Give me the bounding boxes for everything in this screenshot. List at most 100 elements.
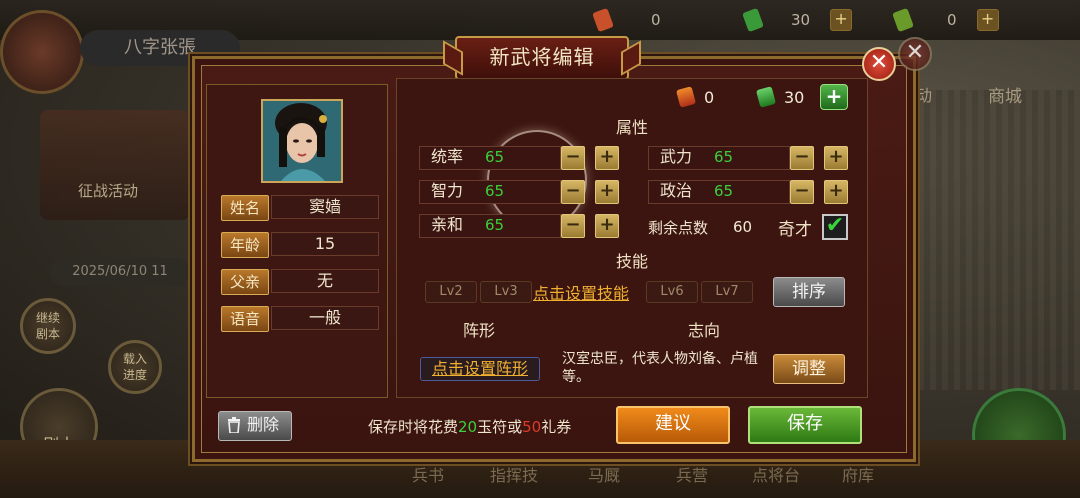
increase-button[interactable]: +: [824, 146, 848, 170]
load-progress-label: 载入进度: [122, 352, 147, 382]
token-icon: [892, 7, 914, 33]
jade-count: 0: [704, 87, 715, 107]
close-icon[interactable]: ✕: [862, 47, 896, 81]
voice-value[interactable]: 一般: [271, 306, 379, 330]
increase-button[interactable]: +: [595, 214, 619, 238]
save-button[interactable]: 保存: [748, 406, 862, 444]
profile-row-father[interactable]: 父亲 无: [221, 269, 379, 295]
increase-button[interactable]: +: [595, 180, 619, 204]
attr-value: 65: [485, 216, 505, 234]
father-value[interactable]: 无: [271, 269, 379, 293]
attributes-title: 属性: [616, 118, 649, 137]
profile-row-name[interactable]: 姓名 窦嫱: [221, 195, 379, 221]
formation-title: 阵形: [463, 321, 496, 340]
delete-button[interactable]: 删除: [218, 411, 292, 441]
increase-button[interactable]: +: [595, 146, 619, 170]
skill-slot-lv3[interactable]: Lv3: [480, 281, 532, 303]
remaining-points-value: 60: [733, 218, 753, 236]
sort-button[interactable]: 排序: [773, 277, 845, 307]
adjust-button[interactable]: 调整: [773, 354, 845, 384]
skills-title: 技能: [616, 252, 649, 271]
skill-slot-lv6[interactable]: Lv6: [646, 281, 698, 303]
continue-script-label: 继续剧本: [35, 311, 60, 341]
player-avatar[interactable]: [0, 10, 84, 94]
jade-currency: 0: [675, 86, 715, 108]
name-value[interactable]: 窦嫱: [271, 195, 379, 219]
bg-currency-gift: 30 +: [742, 7, 853, 33]
menu-item-bingshu[interactable]: 兵书: [412, 462, 444, 486]
attr-name: 武力: [660, 147, 693, 166]
decrease-button[interactable]: −: [561, 214, 585, 238]
cost-jade-amount: 20: [458, 418, 478, 436]
bg-currency-value: 0: [947, 11, 957, 29]
bg-currency-other: 0 +: [892, 7, 999, 33]
menu-item-zhihuiji[interactable]: 指挥技: [490, 462, 538, 486]
cost-gift-amount: 50: [522, 418, 542, 436]
event-banner-label: 征战活动: [78, 182, 139, 200]
increase-button[interactable]: +: [824, 180, 848, 204]
ambition-title: 志向: [688, 321, 721, 340]
decrease-button[interactable]: −: [561, 180, 585, 204]
jade-icon: [592, 7, 614, 33]
cost-suffix: 礼券: [541, 418, 572, 436]
portrait-image: [263, 101, 341, 181]
bg-currency-value: 30: [791, 11, 811, 29]
bg-add-button[interactable]: +: [830, 9, 853, 31]
bg-currency-value: 0: [651, 11, 661, 29]
cost-middle: 玉符或: [477, 418, 523, 436]
attr-zhili: 智力 65 − +: [419, 180, 619, 204]
attr-name: 亲和: [431, 215, 464, 234]
profile-row-voice[interactable]: 语音 一般: [221, 306, 379, 332]
trash-icon: [227, 417, 241, 434]
decrease-button[interactable]: −: [790, 146, 814, 170]
cost-prefix: 保存时将花费: [368, 418, 459, 436]
talent-label: 奇才: [778, 220, 812, 240]
add-currency-button[interactable]: +: [820, 84, 848, 110]
bg-currency-jade: 0: [592, 7, 661, 33]
attr-name: 政治: [660, 181, 693, 200]
background-close-icon[interactable]: ✕: [898, 37, 932, 71]
menu-item-majiu[interactable]: 马厩: [588, 462, 620, 486]
voice-key: 语音: [221, 306, 269, 332]
attr-value: 65: [714, 148, 734, 166]
dialog-title: 新武将编辑: [455, 36, 629, 80]
age-value[interactable]: 15: [271, 232, 379, 256]
general-portrait[interactable]: [261, 99, 343, 183]
jade-icon: [675, 86, 697, 108]
continue-script-button[interactable]: 继续剧本: [20, 298, 76, 354]
set-skill-link[interactable]: 点击设置技能: [533, 280, 629, 304]
date-display: 2025/06/10 11: [50, 258, 190, 286]
mall-button[interactable]: 商城: [988, 82, 1022, 107]
remaining-points-label: 剩余点数: [648, 219, 709, 237]
attr-value: 65: [485, 148, 505, 166]
menu-item-fuku[interactable]: 府库: [842, 462, 874, 486]
suggest-button[interactable]: 建议: [616, 406, 730, 444]
ambition-description: 汉室忠臣，代表人物刘备、卢植等。: [562, 351, 758, 385]
talent-checkbox[interactable]: ✔: [822, 214, 848, 240]
event-banner[interactable]: 征战活动: [40, 110, 190, 220]
gift-currency: 30: [755, 86, 805, 108]
save-cost-text: 保存时将花费20玉符或50礼券: [368, 416, 571, 437]
name-key: 姓名: [221, 195, 269, 221]
gift-count: 30: [784, 87, 805, 107]
skill-slot-lv2[interactable]: Lv2: [425, 281, 477, 303]
attr-value: 65: [485, 182, 505, 200]
attr-wuli: 武力 65 − +: [648, 146, 848, 170]
attr-zhengzhi: 政治 65 − +: [648, 180, 848, 204]
load-progress-button[interactable]: 载入进度: [108, 340, 162, 394]
gift-voucher-icon: [755, 86, 777, 108]
menu-item-dianjiangtai[interactable]: 点将台: [752, 462, 800, 486]
father-key: 父亲: [221, 269, 269, 295]
menu-item-bingying[interactable]: 兵营: [676, 462, 708, 486]
bg-add-button[interactable]: +: [976, 9, 999, 31]
skill-slot-lv7[interactable]: Lv7: [701, 281, 753, 303]
attr-qinhe: 亲和 65 − +: [419, 214, 619, 238]
attr-name: 智力: [431, 181, 464, 200]
delete-label: 删除: [247, 415, 280, 434]
set-formation-link[interactable]: 点击设置阵形: [420, 357, 540, 381]
decrease-button[interactable]: −: [561, 146, 585, 170]
attr-name: 统率: [431, 147, 464, 166]
decrease-button[interactable]: −: [790, 180, 814, 204]
gift-icon: [742, 7, 764, 33]
profile-row-age[interactable]: 年龄 15: [221, 232, 379, 258]
